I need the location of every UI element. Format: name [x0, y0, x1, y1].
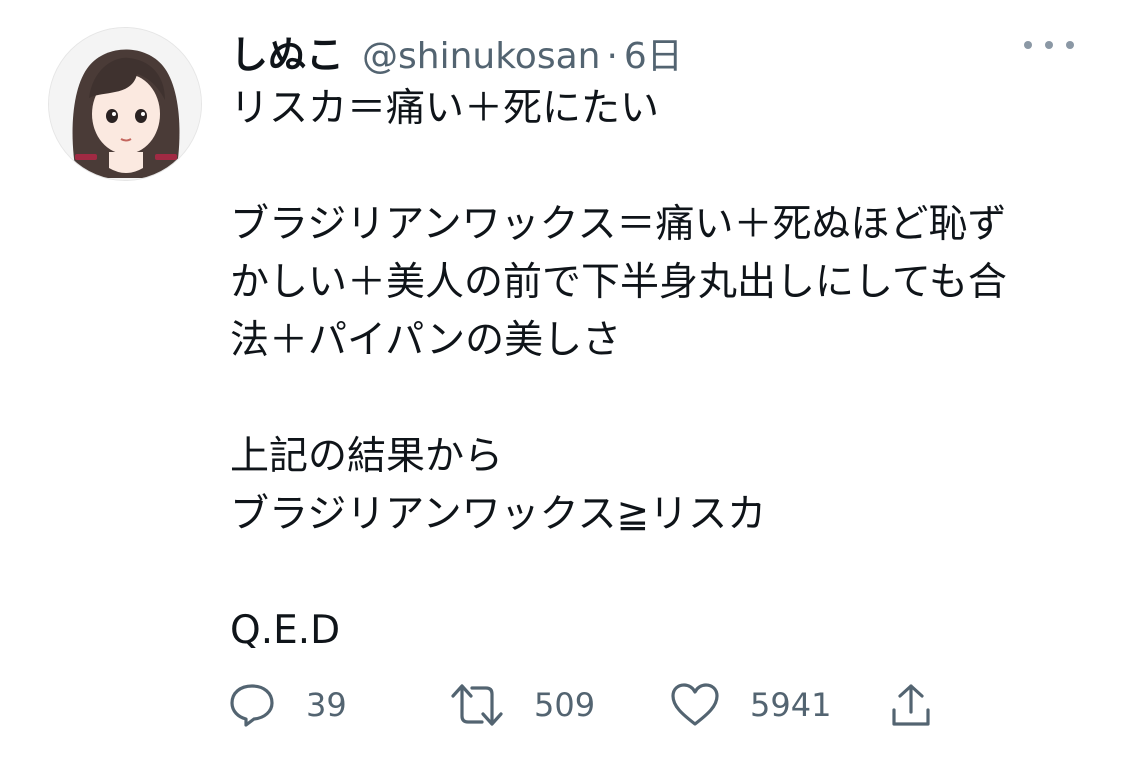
tweet-line: ブラジリアンワックス＝痛い＋死ぬほど恥ず	[230, 202, 1007, 247]
tweet-line: 上記の結果から	[230, 434, 504, 479]
tweet-header: しぬこ @shinukosan · 6日	[230, 24, 683, 77]
retweet-icon	[451, 684, 503, 726]
dot-1	[1024, 41, 1032, 49]
retweet-count: 509	[534, 686, 596, 724]
tweet: しぬこ @shinukosan · 6日 リスカ＝痛い＋死にたい ブラジリアンワ…	[0, 0, 1125, 768]
tweet-line: Q.E.D	[230, 608, 341, 653]
tweet-line	[230, 138, 1090, 196]
retweet-button[interactable]: 509	[450, 680, 595, 730]
like-count: 5941	[750, 686, 832, 724]
tweet-actions: 39 509 5941	[228, 680, 988, 730]
separator-dot: ·	[606, 36, 618, 77]
reply-icon	[230, 684, 274, 727]
tweet-line: 法＋パイパンの美しさ	[230, 318, 622, 363]
display-name[interactable]: しぬこ	[230, 24, 344, 79]
share-button[interactable]	[888, 680, 934, 730]
tweet-line	[230, 544, 1090, 602]
dot-3	[1066, 41, 1074, 49]
tweet-line: ブラジリアンワックス≧リスカ	[230, 492, 767, 537]
reply-count: 39	[306, 686, 347, 724]
user-handle[interactable]: @shinukosan	[362, 36, 600, 77]
share-icon	[892, 684, 930, 726]
tweet-text: リスカ＝痛い＋死にたい ブラジリアンワックス＝痛い＋死ぬほど恥ず かしい＋美人の…	[230, 80, 1090, 660]
tweet-line: かしい＋美人の前で下半身丸出しにしても合	[230, 260, 1007, 305]
avatar[interactable]	[48, 27, 202, 181]
reply-button[interactable]: 39	[228, 680, 347, 730]
tweet-line: リスカ＝痛い＋死にたい	[230, 86, 660, 131]
like-button[interactable]: 5941	[670, 680, 831, 730]
like-icon	[671, 683, 719, 726]
timestamp[interactable]: 6日	[624, 27, 683, 79]
tweet-line	[230, 370, 1090, 428]
dot-2	[1045, 41, 1053, 49]
avatar-illustration	[49, 28, 201, 180]
more-dots-icon[interactable]	[1024, 30, 1074, 60]
